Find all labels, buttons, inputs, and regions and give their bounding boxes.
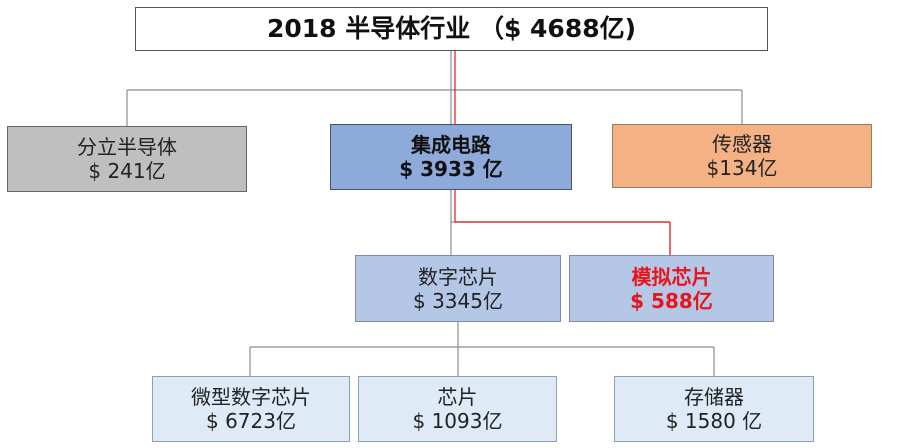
node-name: 存储器 [684,385,744,409]
node-name: 模拟芯片 [631,264,712,289]
node-value: $ 6723亿 [206,409,296,433]
node-value: $134亿 [706,156,778,180]
node-value: $ 1580 亿 [665,409,763,433]
node-value: $ 3345亿 [413,288,503,313]
node-name: 微型数字芯片 [191,385,311,409]
node-value: $ 1093亿 [412,409,503,433]
node-analog-chips: 模拟芯片 $ 588亿 [569,255,774,322]
node-memory: 存储器 $ 1580 亿 [614,376,814,442]
root-title-box: 2018 半导体行业 （$ 4688亿) [135,7,768,51]
node-value: $ 3933 亿 [399,157,503,181]
node-value: $ 241亿 [88,159,166,183]
node-digital-chips: 数字芯片 $ 3345亿 [355,255,561,322]
node-name: 数字芯片 [418,264,498,289]
node-value: $ 588亿 [630,288,713,313]
node-name: 芯片 [437,385,478,409]
node-sensors: 传感器 $134亿 [612,124,872,188]
node-integrated-circuits: 集成电路 $ 3933 亿 [330,124,572,190]
node-discrete-semiconductors: 分立半导体 $ 241亿 [7,126,247,192]
node-micro-digital-chips: 微型数字芯片 $ 6723亿 [152,376,350,442]
node-chips: 芯片 $ 1093亿 [358,376,557,442]
node-name: 传感器 [712,132,772,156]
root-title: 2018 半导体行业 （$ 4688亿) [266,14,637,43]
node-name: 集成电路 [411,133,491,157]
node-name: 分立半导体 [77,135,177,159]
